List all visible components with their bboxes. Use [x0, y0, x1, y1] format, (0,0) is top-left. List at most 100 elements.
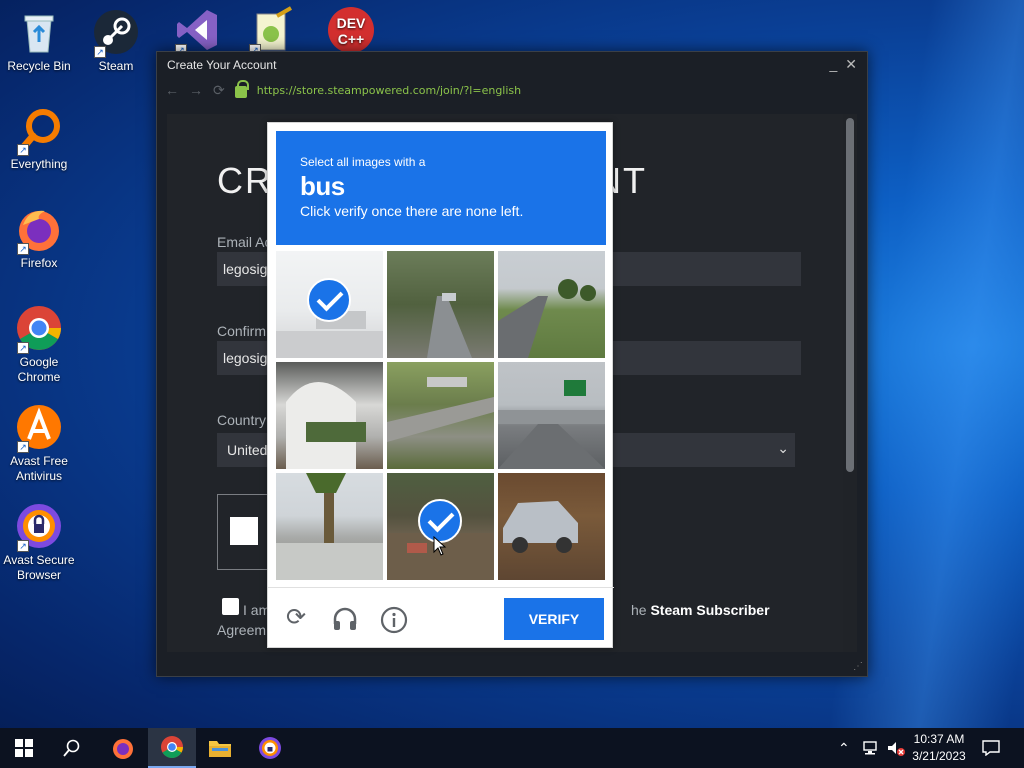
window-titlebar[interactable]: Create Your Account: [157, 52, 867, 78]
desktop-icon-label: Recycle Bin: [7, 59, 71, 73]
notepad-plus-icon: ↗: [247, 6, 295, 56]
country-value: United: [227, 442, 268, 458]
desktop-icon-label: Everything: [10, 157, 68, 171]
recaptcha-box[interactable]: [217, 494, 273, 570]
chrome-icon: ↗: [15, 304, 63, 354]
captcha-tile-6[interactable]: [498, 362, 605, 469]
headphones-icon[interactable]: [332, 606, 358, 637]
shortcut-arrow-icon: ↗: [17, 243, 29, 255]
visual-studio-icon: ↗: [173, 6, 221, 56]
captcha-tile-4[interactable]: [276, 362, 383, 469]
refresh-icon[interactable]: ⟳: [286, 606, 306, 630]
system-clock[interactable]: 10:37 AM 3/21/2023: [906, 731, 972, 765]
captcha-tile-1[interactable]: [276, 251, 383, 358]
captcha-tile-2[interactable]: [387, 251, 494, 358]
agree-text-mid: he Steam Subscriber: [631, 602, 770, 618]
captcha-target: bus: [300, 171, 345, 201]
desktop-icon-label: Avast Secure Browser: [3, 553, 75, 582]
shortcut-arrow-icon: ↗: [17, 342, 29, 354]
firefox-icon: ↗: [15, 205, 63, 255]
desktop-icon-visual-studio[interactable]: ↗: [158, 6, 236, 57]
subscriber-agreement-link[interactable]: Steam Subscriber: [650, 602, 769, 618]
shortcut-arrow-icon: ↗: [17, 441, 29, 453]
avast-secure-browser-icon: ↗: [15, 502, 63, 552]
url-text[interactable]: https://store.steampowered.com/join/?l=e…: [257, 84, 521, 97]
avast-icon: ↗: [15, 403, 63, 453]
desktop-icon-recycle-bin[interactable]: Recycle Bin: [0, 8, 78, 74]
captcha-image-grid: [276, 251, 606, 581]
shortcut-arrow-icon: ↗: [17, 144, 29, 156]
clock-date: 3/21/2023: [912, 749, 966, 763]
svg-text:C++: C++: [338, 31, 364, 47]
windows-logo-icon: [15, 739, 33, 757]
volume-muted-icon: [888, 742, 905, 756]
captcha-footer: ⟳ VERIFY: [268, 587, 614, 649]
captcha-challenge: Select all images with a bus Click verif…: [267, 122, 614, 649]
recycle-bin-icon: [15, 8, 63, 56]
selected-check-icon: [307, 278, 351, 322]
captcha-tile-8[interactable]: [387, 473, 494, 580]
address-bar: ← → ⟳ https://store.steampowered.com/joi…: [157, 78, 867, 102]
desktop-icon-label: Firefox: [20, 256, 58, 270]
mouse-cursor-icon: [433, 535, 447, 561]
agree-text-end[interactable]: Agreem: [217, 622, 266, 638]
taskbar-firefox[interactable]: [99, 728, 147, 768]
chrome-icon: [161, 736, 183, 758]
recaptcha-checkbox[interactable]: [230, 517, 258, 545]
notification-icon: [982, 740, 1000, 756]
taskbar-file-explorer[interactable]: [196, 728, 244, 768]
search-icon: [63, 739, 80, 757]
window-title: Create Your Account: [167, 58, 277, 72]
desktop-icon-label: Steam: [98, 59, 134, 73]
verify-button[interactable]: VERIFY: [504, 598, 604, 640]
start-button[interactable]: [0, 728, 48, 768]
taskbar-avast-secure-browser[interactable]: [246, 728, 294, 768]
minimize-icon[interactable]: _: [829, 56, 837, 73]
devcpp-icon: DEV C++: [327, 6, 375, 54]
desktop-icon-steam[interactable]: ↗ Steam: [77, 8, 155, 74]
window-controls: _ ✕: [829, 56, 857, 73]
confirm-email-label: Confirm: [217, 323, 267, 339]
taskbar: ⌃ 10:37 AM 3/21/2023: [0, 728, 1024, 768]
captcha-tile-9[interactable]: [498, 473, 605, 580]
back-arrow-icon[interactable]: ←: [165, 82, 179, 98]
close-icon[interactable]: ✕: [845, 56, 857, 73]
lock-icon: [234, 79, 249, 98]
desktop-icon-avast-secure-browser[interactable]: ↗ Avast Secure Browser: [0, 502, 78, 583]
taskbar-chrome[interactable]: [148, 728, 196, 768]
shortcut-arrow-icon: ↗: [94, 46, 106, 58]
forward-arrow-icon[interactable]: →: [189, 82, 203, 98]
captcha-tile-5[interactable]: [387, 362, 494, 469]
captcha-instruction: Select all images with a: [300, 155, 426, 169]
svg-text:DEV: DEV: [337, 15, 366, 31]
desktop-icon-devcpp[interactable]: DEV C++: [312, 6, 390, 57]
scrollbar-thumb[interactable]: [846, 118, 854, 472]
volume-status[interactable]: [886, 728, 906, 768]
action-center-button[interactable]: [982, 728, 1000, 768]
scrollbar[interactable]: [843, 114, 857, 652]
show-hidden-icons[interactable]: ⌃: [838, 728, 850, 768]
chevron-up-icon[interactable]: ⌃: [838, 740, 850, 757]
reload-icon[interactable]: ⟳: [213, 82, 225, 99]
steam-icon: ↗: [92, 8, 140, 58]
agree-checkbox[interactable]: [222, 598, 239, 615]
desktop-icon-avast-free-antivirus[interactable]: ↗ Avast Free Antivirus: [0, 403, 78, 484]
desktop-icon-firefox[interactable]: ↗ Firefox: [0, 205, 78, 271]
folder-icon: [209, 741, 231, 757]
avast-secure-browser-icon: [259, 737, 281, 759]
email-label: Email Ac: [217, 234, 272, 250]
info-icon[interactable]: [380, 606, 408, 639]
search-button[interactable]: [48, 728, 96, 768]
captcha-tile-7[interactable]: [276, 473, 383, 580]
magnifier-icon: ↗: [15, 106, 63, 156]
network-status[interactable]: [862, 728, 880, 768]
desktop-icon-label: Avast Free Antivirus: [10, 454, 68, 483]
desktop-icon-label: Google Chrome: [17, 355, 61, 384]
network-icon: [863, 741, 877, 755]
desktop-icon-google-chrome[interactable]: ↗ Google Chrome: [0, 304, 78, 385]
desktop-icon-notepad-plus[interactable]: ↗: [232, 6, 310, 57]
captcha-tile-3[interactable]: [498, 251, 605, 358]
clock-time: 10:37 AM: [913, 732, 965, 746]
resize-grip-icon[interactable]: ⋰: [853, 661, 863, 672]
desktop-icon-everything[interactable]: ↗ Everything: [0, 106, 78, 172]
